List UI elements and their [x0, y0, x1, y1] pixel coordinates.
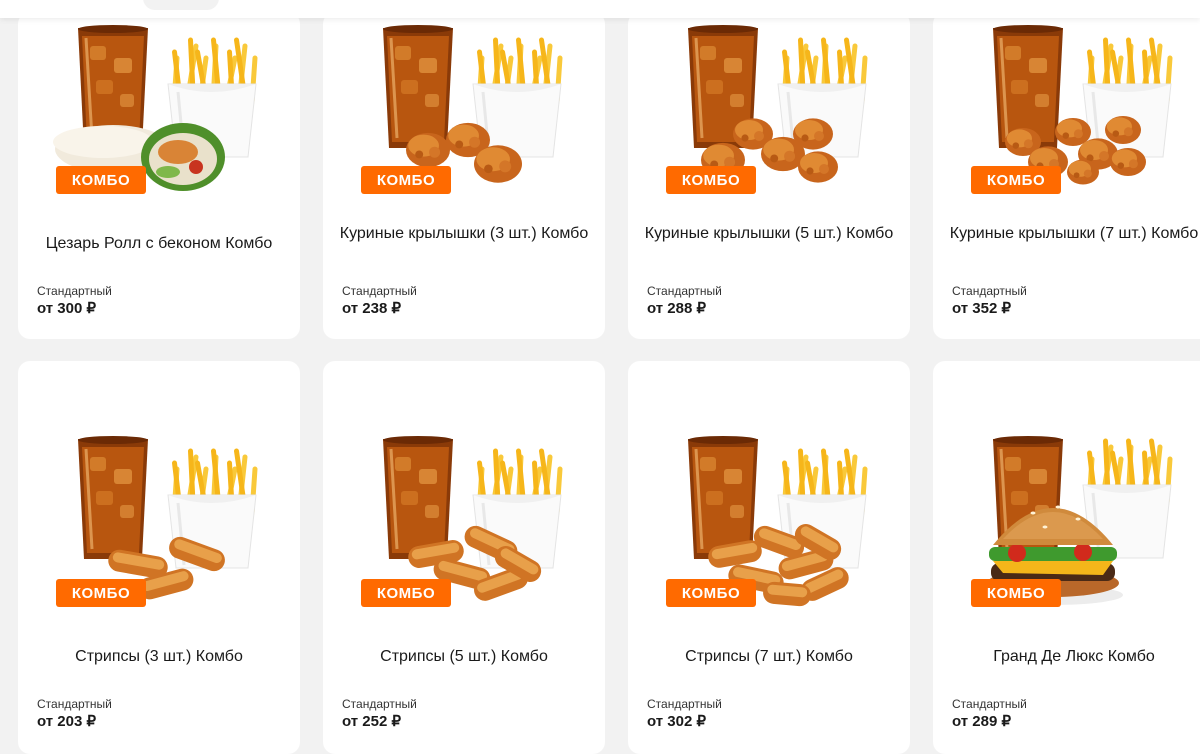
product-name: Куриные крылышки (3 шт.) Комбо [339, 225, 589, 242]
product-size: Стандартный [342, 284, 417, 298]
top-bar [0, 0, 1200, 18]
top-bar-tab[interactable] [143, 0, 219, 10]
product-card[interactable]: КОМБО Цезарь Ролл с беконом Комбо Станда… [18, 12, 300, 339]
combo-badge: КОМБО [971, 579, 1061, 607]
combo-badge: КОМБО [666, 166, 756, 194]
product-price: от 352 ₽ [952, 300, 1012, 317]
product-size: Стандартный [647, 284, 722, 298]
product-size: Стандартный [37, 284, 112, 298]
product-size: Стандартный [37, 697, 112, 711]
product-name: Гранд Де Люкс Комбо [993, 648, 1155, 665]
product-name: Стрипсы (5 шт.) Комбо [380, 648, 548, 665]
product-size: Стандартный [342, 697, 417, 711]
product-card[interactable]: КОМБО Стрипсы (7 шт.) Комбо Стандартный … [628, 361, 910, 754]
product-price: от 289 ₽ [952, 713, 1012, 730]
product-name: Куриные крылышки (7 шт.) Комбо [949, 225, 1199, 242]
product-size: Стандартный [952, 284, 1027, 298]
product-price: от 288 ₽ [647, 300, 707, 317]
product-price: от 238 ₽ [342, 300, 402, 317]
product-name: Куриные крылышки (5 шт.) Комбо [644, 225, 894, 242]
product-name: Стрипсы (7 шт.) Комбо [685, 648, 853, 665]
combo-badge: КОМБО [361, 579, 451, 607]
product-name: Стрипсы (3 шт.) Комбо [75, 648, 243, 665]
product-size: Стандартный [952, 697, 1027, 711]
combo-badge: КОМБО [361, 166, 451, 194]
product-card[interactable]: КОМБО Стрипсы (3 шт.) Комбо Стандартный … [18, 361, 300, 754]
product-size: Стандартный [647, 697, 722, 711]
combo-badge: КОМБО [971, 166, 1061, 194]
combo-badge: КОМБО [56, 579, 146, 607]
combo-badge: КОМБО [666, 579, 756, 607]
product-card[interactable]: КОМБО Куриные крылышки (3 шт.) Комбо Ста… [323, 12, 605, 339]
product-price: от 300 ₽ [37, 300, 97, 317]
product-name: Цезарь Ролл с беконом Комбо [45, 235, 273, 252]
product-card[interactable]: КОМБО Куриные крылышки (5 шт.) Комбо Ста… [628, 12, 910, 339]
combo-badge: КОМБО [56, 166, 146, 194]
product-price: от 203 ₽ [37, 713, 97, 730]
product-card[interactable]: КОМБО Гранд Де Люкс Комбо Стандартный от… [933, 361, 1200, 754]
product-price: от 302 ₽ [647, 713, 707, 730]
product-card[interactable]: КОМБО Куриные крылышки (7 шт.) Комбо Ста… [933, 12, 1200, 339]
product-card[interactable]: КОМБО Стрипсы (5 шт.) Комбо Стандартный … [323, 361, 605, 754]
product-price: от 252 ₽ [342, 713, 402, 730]
